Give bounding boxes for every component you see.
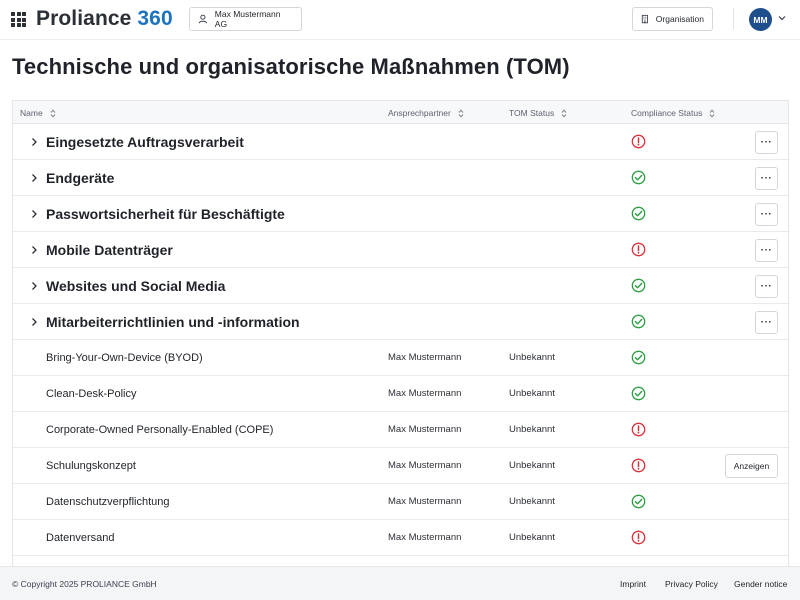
check-circle-icon <box>631 494 646 509</box>
table-group-row[interactable]: Eingesetzte Auftragsverarbeit ··· <box>13 124 788 160</box>
contact-person: Max Mustermann <box>388 496 462 507</box>
table-row[interactable]: Datenschutzverpflichtung Max Mustermann … <box>13 484 788 520</box>
column-header-compliance[interactable]: Compliance Status <box>631 108 715 118</box>
footer: © Copyright 2025 PROLIANCE GmbH Imprint … <box>0 566 800 600</box>
app-grid-icon[interactable] <box>11 12 26 27</box>
view-button[interactable]: Anzeigen <box>725 454 778 478</box>
chevron-down-icon[interactable] <box>778 15 786 21</box>
more-actions-button[interactable]: ··· <box>755 275 778 298</box>
table-row[interactable]: Datenversand Max Mustermann Unbekannt <box>13 520 788 556</box>
page-title: Technische und organisatorische Maßnahme… <box>12 54 570 79</box>
table-group-row[interactable]: Mobile Datenträger ··· <box>13 232 788 268</box>
column-header-name[interactable]: Name <box>20 108 56 118</box>
tom-status: Unbekannt <box>509 532 555 543</box>
avatar[interactable]: MM <box>749 8 772 31</box>
measure-name: Datenschutzverpflichtung <box>46 496 170 508</box>
column-header-tom-status[interactable]: TOM Status <box>509 108 567 118</box>
more-actions-button[interactable]: ··· <box>755 311 778 334</box>
organisation-button[interactable]: Organisation <box>632 7 713 31</box>
column-header-contact[interactable]: Ansprechpartner <box>388 108 464 118</box>
gender-notice-link[interactable]: Gender notice <box>734 579 787 589</box>
building-icon <box>641 14 648 24</box>
exclamation-circle-icon <box>631 422 646 437</box>
brand-suffix: 360 <box>137 7 173 30</box>
brand-name: Proliance <box>36 7 132 30</box>
check-circle-icon <box>631 278 646 293</box>
group-name: Websites und Social Media <box>46 278 226 294</box>
privacy-policy-link[interactable]: Privacy Policy <box>665 579 718 589</box>
sort-icon <box>709 108 715 118</box>
contact-person: Max Mustermann <box>388 532 462 543</box>
contact-person: Max Mustermann <box>388 424 462 435</box>
group-name: Eingesetzte Auftragsverarbeit <box>46 134 244 150</box>
chevron-right-icon[interactable] <box>31 281 38 291</box>
group-name: Mobile Datenträger <box>46 242 173 258</box>
chevron-right-icon[interactable] <box>31 137 38 147</box>
header-divider <box>733 8 734 30</box>
brand-logo[interactable]: Proliance 360 <box>36 7 173 31</box>
tenant-label: Max Mustermann AG <box>214 9 281 29</box>
table-header: Name Ansprechpartner TOM Status Complian… <box>13 101 788 124</box>
table-group-row[interactable]: Websites und Social Media ··· <box>13 268 788 304</box>
imprint-link[interactable]: Imprint <box>620 579 646 589</box>
chevron-right-icon[interactable] <box>31 173 38 183</box>
user-icon <box>198 14 208 24</box>
table-row[interactable]: Bring-Your-Own-Device (BYOD) Max Musterm… <box>13 340 788 376</box>
organisation-label: Organisation <box>655 14 704 24</box>
table-row[interactable]: Schulungskonzept Max Mustermann Unbekann… <box>13 448 788 484</box>
sort-icon <box>561 108 567 118</box>
tom-status: Unbekannt <box>509 424 555 435</box>
exclamation-circle-icon <box>631 242 646 257</box>
check-circle-icon <box>631 386 646 401</box>
tom-status: Unbekannt <box>509 460 555 471</box>
measure-name: Corporate-Owned Personally-Enabled (COPE… <box>46 424 274 436</box>
table-row[interactable]: Corporate-Owned Personally-Enabled (COPE… <box>13 412 788 448</box>
tom-status: Unbekannt <box>509 388 555 399</box>
copyright-text: © Copyright 2025 PROLIANCE GmbH <box>12 579 157 589</box>
more-actions-button[interactable]: ··· <box>755 167 778 190</box>
group-name: Mitarbeiterrichtlinien und -information <box>46 314 300 330</box>
chevron-right-icon[interactable] <box>31 317 38 327</box>
group-name: Passwortsicherheit für Beschäftigte <box>46 206 285 222</box>
group-name: Endgeräte <box>46 170 115 186</box>
check-circle-icon <box>631 170 646 185</box>
table-group-row[interactable]: Passwortsicherheit für Beschäftigte ··· <box>13 196 788 232</box>
top-bar: Proliance 360 Max Mustermann AG Organisa… <box>0 0 800 40</box>
more-actions-button[interactable]: ··· <box>755 203 778 226</box>
measure-name: Schulungskonzept <box>46 460 136 472</box>
check-circle-icon <box>631 206 646 221</box>
measure-name: Datenversand <box>46 532 115 544</box>
contact-person: Max Mustermann <box>388 352 462 363</box>
tom-status: Unbekannt <box>509 352 555 363</box>
more-actions-button[interactable]: ··· <box>755 239 778 262</box>
measure-name: Bring-Your-Own-Device (BYOD) <box>46 352 203 364</box>
table-group-row[interactable]: Mitarbeiterrichtlinien und -information … <box>13 304 788 340</box>
check-circle-icon <box>631 314 646 329</box>
table-group-row[interactable]: Endgeräte ··· <box>13 160 788 196</box>
exclamation-circle-icon <box>631 134 646 149</box>
tom-table: Name Ansprechpartner TOM Status Complian… <box>12 100 789 566</box>
exclamation-circle-icon <box>631 458 646 473</box>
more-actions-button[interactable]: ··· <box>755 131 778 154</box>
sort-icon <box>458 108 464 118</box>
tenant-button[interactable]: Max Mustermann AG <box>189 7 302 31</box>
measure-name: Clean-Desk-Policy <box>46 388 137 400</box>
chevron-right-icon[interactable] <box>31 245 38 255</box>
exclamation-circle-icon <box>631 530 646 545</box>
tom-status: Unbekannt <box>509 496 555 507</box>
sort-icon <box>50 108 56 118</box>
check-circle-icon <box>631 350 646 365</box>
contact-person: Max Mustermann <box>388 460 462 471</box>
contact-person: Max Mustermann <box>388 388 462 399</box>
chevron-right-icon[interactable] <box>31 209 38 219</box>
table-row[interactable]: Clean-Desk-Policy Max Mustermann Unbekan… <box>13 376 788 412</box>
